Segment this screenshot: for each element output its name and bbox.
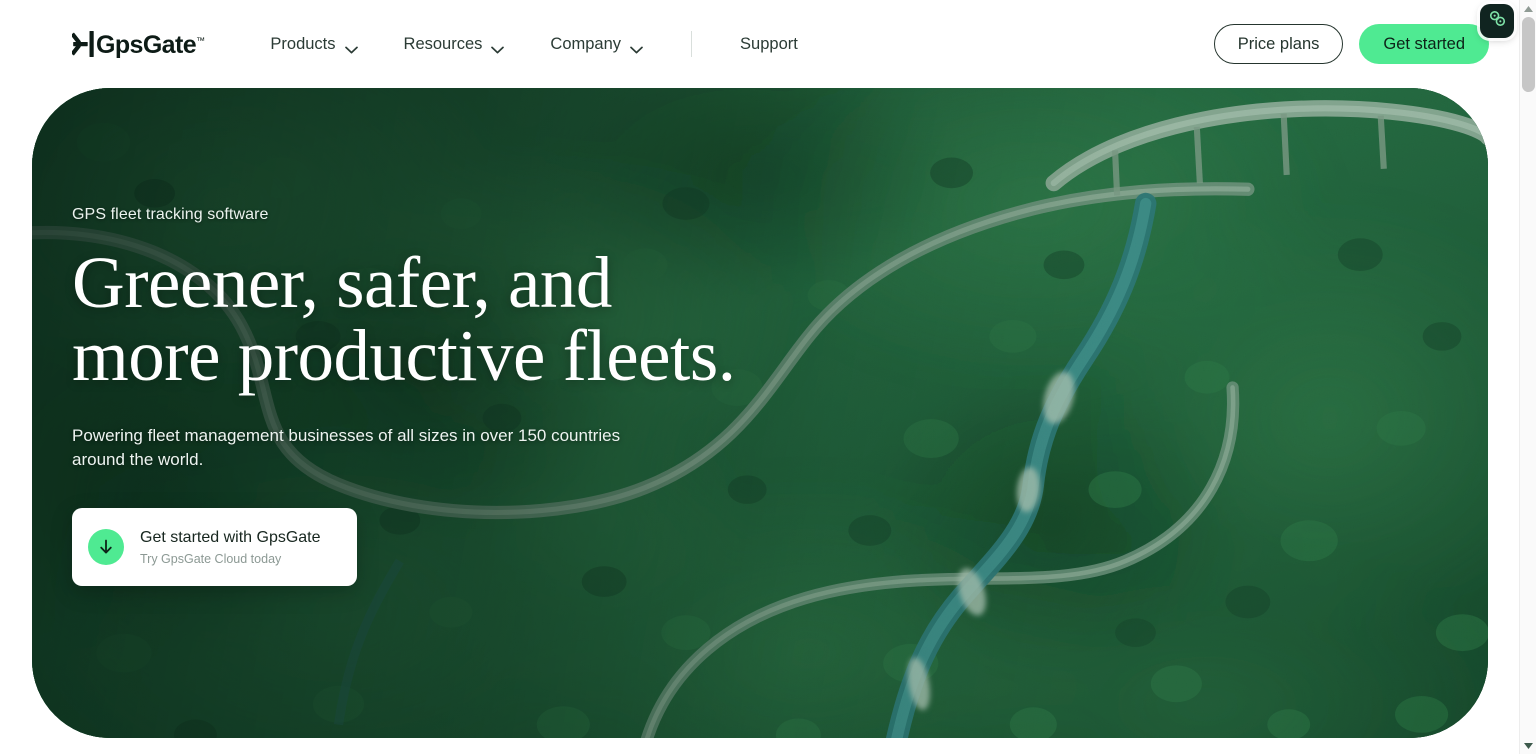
nav-item-label: Resources <box>403 34 483 53</box>
arrow-down-icon <box>88 529 124 566</box>
hero-eyebrow: GPS fleet tracking software <box>72 206 269 223</box>
nav-item-company[interactable]: Company <box>536 25 657 64</box>
nav-divider <box>691 31 693 57</box>
main-navigation: Products Resources Company Support <box>256 25 829 64</box>
chevron-down-icon <box>344 40 358 54</box>
cta-title: Get started with GpsGate <box>140 529 321 547</box>
chevron-down-icon <box>491 40 505 54</box>
price-plans-button[interactable]: Price plans <box>1213 24 1344 64</box>
chain-link-icon <box>1488 9 1507 33</box>
nav-item-label: Support <box>740 34 798 53</box>
nav-item-label: Company <box>550 34 622 53</box>
nav-item-resources[interactable]: Resources <box>390 25 519 64</box>
scroll-up-arrow[interactable] <box>1520 0 1536 17</box>
scrollbar-track[interactable] <box>1520 17 1536 737</box>
chain-link-widget-button[interactable] <box>1480 4 1514 38</box>
hero-title-line-2: more productive fleets. <box>72 315 736 396</box>
nav-item-label: Products <box>270 34 336 53</box>
browser-viewport: GpsGate™ Products Resources Company Supp… <box>0 0 1536 754</box>
hero-subtitle: Powering fleet management businesses of … <box>72 426 621 470</box>
chevron-down-icon <box>630 40 643 54</box>
brand-trademark: ™ <box>196 35 205 46</box>
get-started-cta-card[interactable]: Get started with GpsGate Try GpsGate Clo… <box>72 508 357 587</box>
get-started-button[interactable]: Get started <box>1359 24 1489 64</box>
nav-item-products[interactable]: Products <box>256 25 371 64</box>
gpsgate-asterisk-mark-icon <box>70 29 96 59</box>
hero-section: GPS fleet tracking software Greener, saf… <box>32 88 1488 738</box>
cta-subtitle: Try GpsGate Cloud today <box>140 552 282 567</box>
page-content: GpsGate™ Products Resources Company Supp… <box>0 0 1519 754</box>
scrollbar-thumb[interactable] <box>1522 17 1535 92</box>
browser-scrollbar[interactable] <box>1519 0 1536 754</box>
hero-title-line-1: Greener, safer, and <box>72 242 612 323</box>
hero-content: GPS fleet tracking software Greener, saf… <box>72 206 832 587</box>
site-header: GpsGate™ Products Resources Company Supp… <box>0 0 1519 88</box>
brand-name: GpsGate™ <box>96 30 205 59</box>
hero-title: Greener, safer, and more productive flee… <box>72 246 832 392</box>
cta-text-group: Get started with GpsGate Try GpsGate Clo… <box>140 528 321 566</box>
scroll-down-arrow[interactable] <box>1520 737 1536 754</box>
nav-item-support[interactable]: Support <box>726 25 812 64</box>
brand-logo[interactable]: GpsGate™ <box>70 29 205 59</box>
